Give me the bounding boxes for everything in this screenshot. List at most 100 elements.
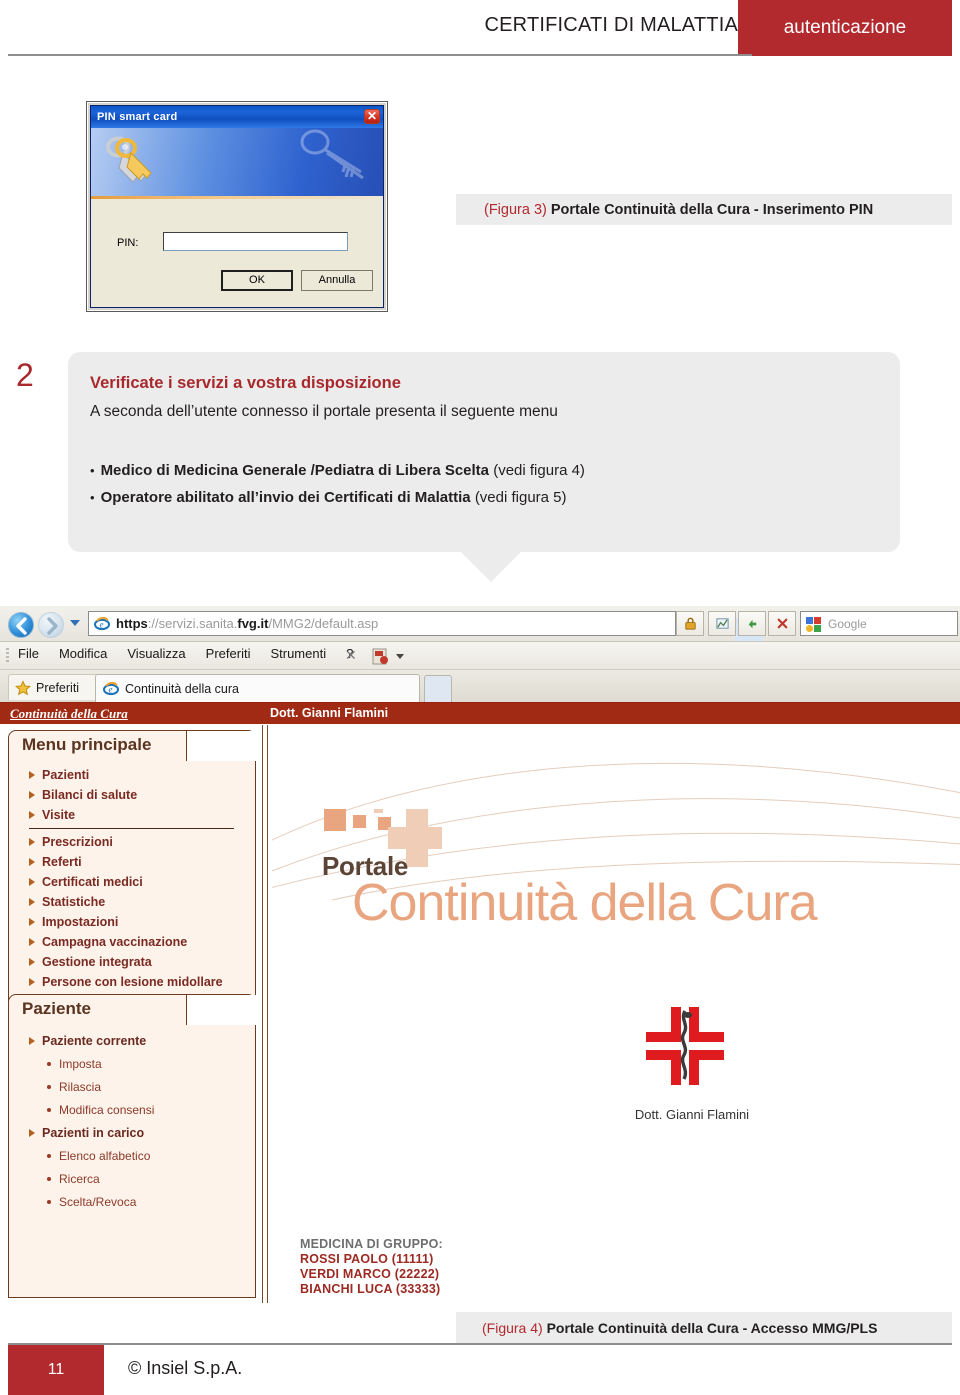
- list-item-note: (vedi figura 4): [493, 462, 585, 479]
- medical-group-heading: MEDICINA DI GRUPPO:: [300, 1237, 443, 1251]
- step-number: 2: [16, 357, 34, 393]
- sidebar-item-label: Scelta/Revoca: [59, 1194, 137, 1209]
- medical-group-member: BIANCHI LUCA (33333): [300, 1282, 441, 1296]
- cancel-button[interactable]: Annulla: [301, 270, 373, 291]
- sidebar-item-prescrizioni[interactable]: Prescrizioni: [9, 832, 256, 852]
- pdf-toolbar-dropdown-icon[interactable]: [396, 654, 404, 659]
- list-item: • Operatore abilitato all’invio dei Certi…: [90, 489, 585, 506]
- menu-divider: [29, 828, 234, 829]
- refresh-button[interactable]: [738, 611, 766, 636]
- header-divider: [8, 54, 752, 56]
- sidebar-item-label: Pazienti: [42, 768, 90, 782]
- back-button[interactable]: [8, 612, 34, 638]
- toolbar-close-icon[interactable]: ✕: [345, 647, 357, 664]
- sidebar-item-scelta-revoca[interactable]: Scelta/Revoca: [9, 1190, 256, 1213]
- sidebar-item-label: Certificati medici: [42, 875, 143, 889]
- address-bar[interactable]: e https://servizi.sanita.fvg.it/MMG2/def…: [88, 611, 763, 641]
- triangle-right-icon: [29, 938, 35, 946]
- sidebar-item-pazienti[interactable]: Pazienti: [9, 765, 256, 785]
- list-item-bold: Medico di Medicina Generale /Pediatra di…: [100, 462, 490, 479]
- sidebar-item-label: Modifica consensi: [59, 1102, 155, 1117]
- portal-doctor-name: Dott. Gianni Flamini: [634, 1107, 750, 1122]
- internet-explorer-icon: e: [103, 681, 119, 695]
- sidebar-item-visite[interactable]: Visite: [9, 805, 256, 825]
- compatibility-view-button[interactable]: [708, 611, 736, 636]
- pin-dialog-frame: PIN smart card ✕ PIN: OK Annulla: [90, 105, 384, 308]
- sidebar-item-persone-con-lesione-midollare[interactable]: Persone con lesione midollare: [9, 972, 256, 992]
- bullet-dot-icon: •: [90, 463, 95, 478]
- triangle-right-icon: [29, 791, 35, 799]
- pdf-toolbar-icon[interactable]: [372, 648, 390, 665]
- list-item-note: (vedi figura 5): [474, 489, 567, 506]
- menu-item-visualizza[interactable]: Visualizza: [127, 646, 185, 661]
- sidebar-item-ricerca[interactable]: Ricerca: [9, 1167, 256, 1190]
- main-menu-title: Menu principale: [22, 735, 152, 754]
- sidebar-item-label: Persone con lesione midollare: [42, 975, 223, 989]
- sidebar-item-statistiche[interactable]: Statistiche: [9, 892, 256, 912]
- browser-menu-bar: File Modifica Visualizza Preferiti Strum…: [0, 642, 960, 670]
- sidebar-item-bilanci-di-salute[interactable]: Bilanci di salute: [9, 785, 256, 805]
- sidebar-item-referti[interactable]: Referti: [9, 852, 256, 872]
- step-bullet-list: • Medico di Medicina Generale /Pediatra d…: [90, 462, 585, 516]
- google-icon: [806, 617, 821, 632]
- search-input[interactable]: Google: [800, 611, 958, 636]
- sidebar-item-pazienti-in-carico[interactable]: Pazienti in carico: [9, 1121, 256, 1144]
- stop-button[interactable]: [768, 611, 796, 636]
- favorites-button[interactable]: Preferiti: [8, 674, 98, 700]
- security-lock-button[interactable]: [676, 611, 704, 636]
- panel-separator: [267, 725, 268, 1303]
- pin-dialog-titlebar: PIN smart card ✕: [91, 106, 383, 128]
- medical-group-member: VERDI MARCO (22222): [300, 1267, 440, 1281]
- bullet-dot-icon: [47, 1199, 51, 1204]
- browser-tab-label: Continuità della cura: [125, 681, 239, 696]
- toolbar-grip[interactable]: [6, 648, 9, 664]
- pin-smart-card-dialog: PIN smart card ✕ PIN: OK Annulla: [86, 101, 388, 312]
- menu-item-file[interactable]: File: [18, 646, 39, 661]
- portal-user-name: Dott. Gianni Flamini: [270, 706, 389, 720]
- sidebar-item-imposta[interactable]: Imposta: [9, 1052, 256, 1075]
- star-icon: [15, 679, 31, 695]
- close-icon[interactable]: ✕: [364, 109, 380, 124]
- pin-input[interactable]: [163, 232, 348, 251]
- new-tab-button[interactable]: [424, 675, 452, 702]
- copyright-text: © Insiel S.p.A.: [128, 1358, 243, 1378]
- sidebar-item-label: Ricerca: [59, 1171, 100, 1186]
- step-subtitle: A seconda dell’utente connesso il portal…: [90, 403, 558, 420]
- sidebar-item-label: Campagna vaccinazione: [42, 935, 188, 949]
- sidebar-item-campagna-vaccinazione[interactable]: Campagna vaccinazione: [9, 932, 256, 952]
- sidebar-item-modifica-consensi[interactable]: Modifica consensi: [9, 1098, 256, 1121]
- triangle-right-icon: [29, 811, 35, 819]
- sidebar-item-rilascia[interactable]: Rilascia: [9, 1075, 256, 1098]
- sidebar-item-impostazioni[interactable]: Impostazioni: [9, 912, 256, 932]
- sidebar-item-certificati-medici[interactable]: Certificati medici: [9, 872, 256, 892]
- forward-button[interactable]: [38, 612, 64, 638]
- ok-button[interactable]: OK: [221, 270, 293, 291]
- figure-4-caption-number: (Figura 4): [482, 1319, 543, 1336]
- sidebar-item-gestione-integrata[interactable]: Gestione integrata: [9, 952, 256, 972]
- triangle-right-icon: [29, 858, 35, 866]
- triangle-right-icon: [29, 771, 35, 779]
- sidebar-item-label: Paziente corrente: [42, 1033, 147, 1048]
- portal-logo-title: Continuità della Cura: [352, 874, 818, 932]
- sidebar-item-elenco-alfabetico[interactable]: Elenco alfabetico: [9, 1144, 256, 1167]
- triangle-right-icon: [29, 918, 35, 926]
- list-item: • Medico di Medicina Generale /Pediatra d…: [90, 462, 585, 479]
- menu-item-modifica[interactable]: Modifica: [59, 646, 107, 661]
- header-title: CERTIFICATI DI MALATTIA: [484, 14, 738, 36]
- portal-page: Continuità della Cura Dott. Gianni Flami…: [0, 702, 960, 1306]
- menu-item-strumenti[interactable]: Strumenti: [270, 646, 326, 661]
- sidebar-item-paziente-corrente[interactable]: Paziente corrente: [9, 1029, 256, 1052]
- browser-tab[interactable]: e Continuità della cura: [95, 674, 420, 702]
- close-x-icon: [777, 618, 787, 629]
- back-arrow-icon: [16, 617, 27, 635]
- page-number: 11: [47, 1361, 65, 1378]
- portal-title: Continuità della Cura: [10, 706, 128, 721]
- svg-text:e: e: [100, 620, 104, 630]
- menu-item-preferiti[interactable]: Preferiti: [206, 646, 251, 661]
- patient-menu-tab-filler: [187, 995, 256, 1025]
- sidebar-item-label: Bilanci di salute: [42, 788, 138, 802]
- header-section-tab-label: autenticazione: [783, 17, 907, 38]
- panel-separator: [262, 725, 263, 1303]
- keys-watermark-icon: [300, 129, 364, 180]
- recent-pages-dropdown-icon[interactable]: [70, 620, 80, 626]
